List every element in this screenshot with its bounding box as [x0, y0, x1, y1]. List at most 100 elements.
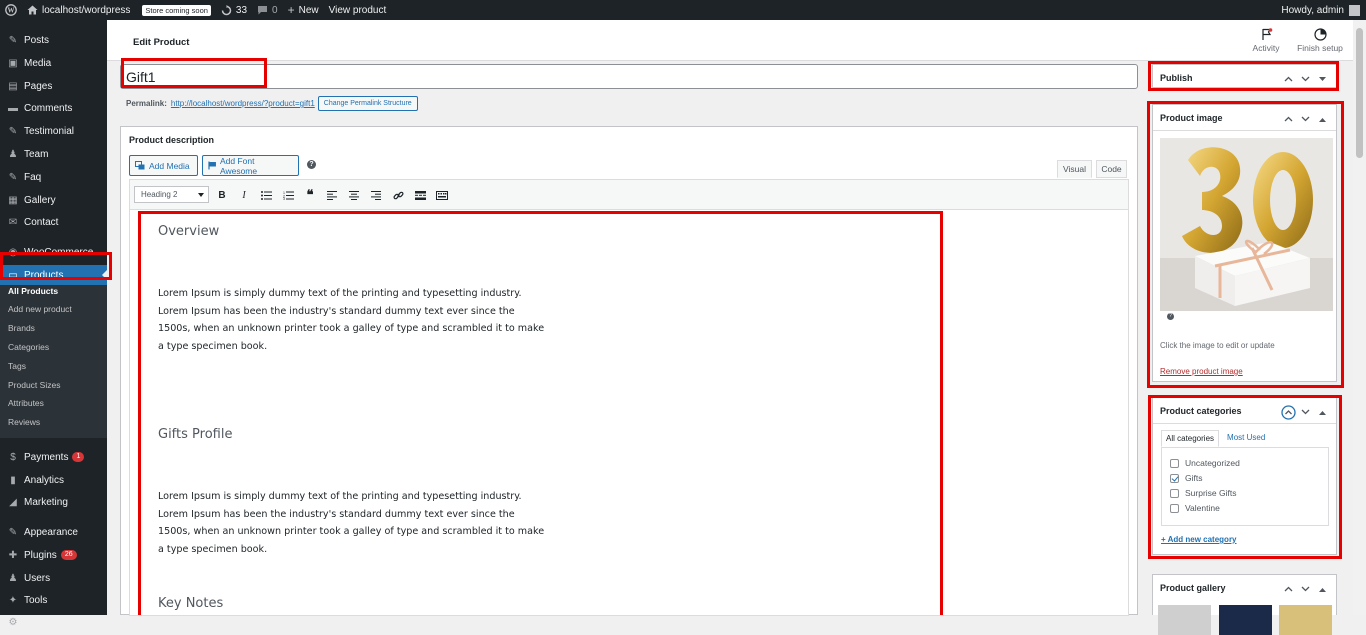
- submenu-item-tags[interactable]: Tags: [8, 361, 26, 371]
- updates-link[interactable]: 33: [216, 0, 252, 20]
- sidebar-item-tools[interactable]: ✦ Tools: [0, 590, 107, 610]
- category-item[interactable]: Gifts: [1170, 473, 1202, 483]
- sidebar-item-marketing[interactable]: ◢ Marketing: [0, 492, 107, 512]
- submenu-item-reviews[interactable]: Reviews: [8, 417, 40, 427]
- marketing-icon: ◢: [9, 496, 17, 508]
- category-checkbox[interactable]: [1170, 488, 1179, 498]
- chevron-up-icon[interactable]: [1280, 583, 1297, 595]
- bold-icon[interactable]: B: [214, 187, 230, 203]
- tab-code[interactable]: Code: [1096, 160, 1127, 178]
- gallery-thumbnail[interactable]: [1279, 605, 1332, 635]
- remove-product-image-link[interactable]: Remove product image: [1160, 367, 1243, 376]
- permalink-row: Permalink: http://localhost/wordpress/?p…: [126, 96, 418, 111]
- sidebar-item-team[interactable]: ♟ Team: [0, 144, 107, 164]
- align-left-icon[interactable]: [324, 187, 340, 203]
- chevron-down-icon[interactable]: [1297, 113, 1314, 125]
- site-name-link[interactable]: localhost/wordpress: [22, 0, 135, 20]
- submenu-item-all-products[interactable]: All Products: [8, 286, 58, 296]
- store-status[interactable]: Store coming soon: [135, 0, 216, 20]
- bullet-list-icon[interactable]: [258, 187, 274, 203]
- wordpress-logo-icon[interactable]: W: [0, 0, 22, 20]
- toggle-panel-icon[interactable]: [1314, 583, 1331, 595]
- view-product-link[interactable]: View product: [324, 0, 392, 20]
- category-checkbox[interactable]: [1170, 503, 1179, 513]
- blockquote-icon[interactable]: ❝: [302, 187, 318, 203]
- sidebar-item-comments[interactable]: ▬ Comments: [0, 98, 107, 118]
- read-more-icon[interactable]: [412, 187, 428, 203]
- sidebar-item-pages[interactable]: ▤ Pages: [0, 76, 107, 96]
- tab-visual[interactable]: Visual: [1057, 160, 1092, 178]
- category-item[interactable]: Valentine: [1170, 503, 1220, 513]
- chevron-up-icon[interactable]: [1280, 404, 1297, 420]
- activity-label: Activity: [1252, 43, 1280, 53]
- submenu-item-attributes[interactable]: Attributes: [8, 398, 44, 408]
- product-description-box: Product description Add Media Add Font A…: [120, 126, 1138, 616]
- sidebar-item-label: Gallery: [24, 194, 56, 206]
- tab-all-categories[interactable]: All categories: [1161, 430, 1220, 447]
- italic-icon[interactable]: I: [236, 187, 252, 203]
- page-scrollbar[interactable]: [1353, 20, 1366, 615]
- activity-button[interactable]: Activity: [1241, 28, 1291, 53]
- add-new-category-link[interactable]: + Add new category: [1161, 535, 1237, 544]
- my-account[interactable]: Howdy, admin: [1281, 4, 1366, 16]
- team-icon: ♟: [8, 148, 18, 160]
- new-content-link[interactable]: + New: [283, 0, 324, 20]
- category-item[interactable]: Surprise Gifts: [1170, 488, 1237, 498]
- numbered-list-icon[interactable]: 123: [280, 187, 296, 203]
- link-icon[interactable]: [390, 187, 406, 203]
- gallery-thumbnail[interactable]: [1219, 605, 1272, 635]
- sidebar-item-contact[interactable]: ✉ Contact: [0, 212, 107, 232]
- finish-setup-button[interactable]: Finish setup: [1295, 28, 1345, 53]
- change-permalink-button[interactable]: Change Permalink Structure: [317, 96, 418, 111]
- format-select[interactable]: Heading 2: [134, 186, 209, 203]
- sidebar-item-analytics[interactable]: ▮ Analytics: [0, 470, 107, 490]
- products-submenu: [0, 278, 107, 438]
- category-checkbox[interactable]: [1170, 473, 1179, 483]
- chevron-down-icon[interactable]: [1297, 73, 1314, 85]
- help-icon[interactable]: ?: [307, 160, 316, 169]
- product-title-input[interactable]: [120, 64, 1138, 89]
- sidebar-item-media[interactable]: ▣ Media: [0, 53, 107, 73]
- sidebar-item-users[interactable]: ♟ Users: [0, 568, 107, 588]
- chevron-up-icon[interactable]: [1280, 113, 1297, 125]
- chevron-up-icon[interactable]: [1280, 73, 1297, 85]
- sidebar-item-label: Users: [24, 572, 51, 584]
- sidebar-item-settings[interactable]: ⚙ Settings: [0, 612, 107, 632]
- submenu-item-categories[interactable]: Categories: [8, 342, 49, 352]
- products-icon: ▭: [8, 269, 18, 281]
- category-item[interactable]: Uncategorized: [1170, 458, 1240, 468]
- sidebar-item-appearance[interactable]: ✎ Appearance: [0, 522, 107, 542]
- align-center-icon[interactable]: [346, 187, 362, 203]
- toolbar-toggle-icon[interactable]: [434, 187, 450, 203]
- scrollbar-thumb[interactable]: [1356, 28, 1363, 158]
- category-checkbox[interactable]: [1170, 458, 1179, 468]
- add-media-button[interactable]: Add Media: [129, 155, 198, 176]
- content-paragraph-1: Lorem Ipsum is simply dummy text of the …: [158, 288, 545, 352]
- submenu-item-brands[interactable]: Brands: [8, 323, 35, 333]
- sidebar-item-payments[interactable]: $ Payments 1: [0, 447, 107, 467]
- chevron-down-icon[interactable]: [1297, 583, 1314, 595]
- sidebar-item-testimonial[interactable]: ✎ Testimonial: [0, 121, 107, 141]
- sidebar-item-posts[interactable]: ✎ Posts: [0, 30, 107, 50]
- gallery-thumbnail[interactable]: [1158, 605, 1211, 635]
- toggle-panel-icon[interactable]: [1314, 113, 1331, 125]
- toggle-panel-icon[interactable]: [1314, 73, 1331, 85]
- align-right-icon[interactable]: [368, 187, 384, 203]
- sidebar-item-faq[interactable]: ✎ Faq: [0, 167, 107, 187]
- add-font-awesome-button[interactable]: Add Font Awesome: [202, 155, 299, 176]
- toggle-panel-icon[interactable]: [1314, 406, 1331, 418]
- permalink-url-link[interactable]: http://localhost/wordpress/?product=gift…: [171, 99, 315, 108]
- chevron-down-icon[interactable]: [1297, 406, 1314, 418]
- editor-content-area[interactable]: Overview Lorem Ipsum is simply dummy tex…: [129, 209, 1129, 616]
- image-help-icon[interactable]: ?: [1167, 313, 1174, 320]
- submenu-item-add-new-product[interactable]: Add new product: [8, 304, 72, 314]
- sidebar-item-products[interactable]: ▭ Products: [0, 265, 107, 285]
- submenu-item-product-sizes[interactable]: Product Sizes: [8, 380, 60, 390]
- sidebar-item-plugins[interactable]: ✚ Plugins 26: [0, 545, 107, 565]
- comments-link[interactable]: 0: [252, 0, 283, 20]
- product-image-thumbnail[interactable]: [1160, 138, 1333, 311]
- sidebar-item-label: Pages: [24, 80, 53, 92]
- tab-most-used[interactable]: Most Used: [1223, 430, 1269, 447]
- sidebar-item-woocommerce[interactable]: ◉ WooCommerce: [0, 242, 107, 262]
- sidebar-item-gallery[interactable]: ▦ Gallery: [0, 190, 107, 210]
